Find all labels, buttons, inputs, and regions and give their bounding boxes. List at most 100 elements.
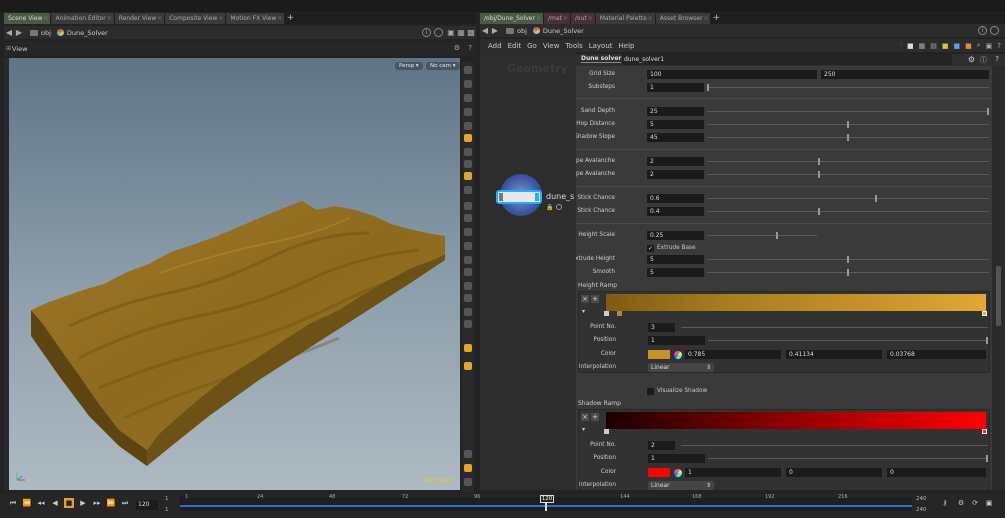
pin-icon[interactable]: i — [422, 28, 431, 37]
down-slope-slider[interactable] — [707, 171, 989, 178]
close-icon[interactable]: × — [277, 13, 282, 24]
no-sand-stick-slider[interactable] — [707, 208, 989, 215]
stop-icon[interactable]: ■ — [64, 498, 74, 508]
help-icon[interactable]: ? — [468, 44, 472, 52]
display-flag-icon[interactable] — [535, 193, 539, 201]
back-arrow-icon[interactable]: ◀ — [480, 26, 490, 35]
sand-stick-slider[interactable] — [707, 195, 989, 202]
ramp-key-marker[interactable] — [982, 429, 987, 434]
scale-icon[interactable] — [464, 268, 472, 276]
height-position-field[interactable]: 1 — [648, 336, 705, 345]
crop-icon[interactable] — [464, 294, 472, 302]
bookmark-icon[interactable]: ▣ — [984, 498, 994, 508]
tab-scene-view[interactable]: Scene View × — [4, 13, 51, 24]
param-scrollbar[interactable] — [992, 66, 1005, 490]
path-node[interactable]: Dune_Solver — [532, 27, 584, 35]
layout-icon[interactable]: ▦ — [456, 28, 466, 37]
hop-distance-slider[interactable] — [707, 121, 989, 128]
position-slider[interactable] — [708, 337, 988, 344]
grid-view-icon[interactable]: ▦ — [919, 42, 926, 50]
paint-icon[interactable] — [464, 242, 472, 250]
jump-start-icon[interactable]: ⏮ — [8, 498, 18, 508]
height-point-no-field[interactable]: 3 — [648, 323, 675, 332]
shadow-color-r-field[interactable]: 1 — [685, 468, 781, 477]
up-slope-slider[interactable] — [707, 158, 989, 165]
render-icon[interactable] — [464, 344, 472, 352]
play-icon[interactable]: ▶ — [78, 498, 88, 508]
slider-knob[interactable] — [847, 269, 849, 276]
end-frame-field[interactable]: 240 — [916, 496, 927, 502]
light-bulb-icon[interactable] — [464, 362, 472, 370]
tree-icon[interactable]: ⫶ — [900, 41, 902, 50]
image-icon[interactable]: ■ — [953, 42, 960, 50]
back-arrow-icon[interactable]: ◀ — [4, 28, 14, 37]
help-icon[interactable]: ? — [995, 55, 999, 63]
split-icon[interactable]: ▣ — [446, 28, 456, 37]
snapshot-icon[interactable] — [464, 478, 472, 486]
jump-end-icon[interactable]: ⏭ — [120, 498, 130, 508]
help-icon[interactable]: ? — [997, 42, 1001, 50]
visualize-shadow-checkbox[interactable] — [647, 388, 654, 395]
slider-knob[interactable] — [986, 337, 988, 344]
info-icon[interactable] — [464, 450, 472, 458]
height-interp-menu[interactable]: Linear ⇕ — [648, 363, 714, 372]
display-options-icon[interactable]: ⚙ — [454, 44, 460, 52]
info-icon[interactable]: ⓘ — [980, 55, 987, 65]
dots-icon[interactable] — [464, 282, 472, 290]
shadow-slope-field[interactable]: 45 — [647, 133, 704, 142]
close-icon[interactable]: × — [703, 13, 708, 24]
path-obj[interactable]: obj — [30, 29, 51, 37]
gear-icon[interactable]: ⚙ — [968, 55, 975, 64]
ramp-key-marker[interactable] — [604, 311, 609, 316]
height-color-swatch[interactable] — [648, 350, 670, 359]
forward-arrow-icon[interactable]: ▶ — [14, 28, 24, 37]
slider-knob[interactable] — [847, 134, 849, 141]
smooth-field[interactable]: 5 — [647, 268, 704, 277]
slider-knob[interactable] — [986, 455, 988, 462]
step-end-icon[interactable]: ⏩ — [106, 498, 116, 508]
collapse-icon[interactable]: ▾ — [582, 308, 585, 315]
extrude-base-checkbox[interactable]: ✓ — [647, 245, 654, 252]
add-tab-icon[interactable]: + — [285, 13, 295, 24]
display-icon[interactable] — [464, 172, 472, 180]
point-no-slider[interactable] — [681, 445, 988, 446]
tab-composite-view[interactable]: Composite View × — [165, 13, 226, 24]
menu-layout[interactable]: Layout — [589, 42, 613, 50]
zoom-icon[interactable]: ▣ — [986, 42, 993, 50]
shadow-slope-slider[interactable] — [707, 134, 989, 141]
info-icon[interactable]: i — [978, 26, 987, 35]
height-color-r-field[interactable]: 0.785 — [685, 350, 781, 359]
play-reverse-icon[interactable]: ◀ — [50, 498, 60, 508]
add-key-icon[interactable]: + — [591, 295, 599, 303]
search-icon[interactable]: ⌕ — [977, 41, 981, 50]
shadow-interp-menu[interactable]: Linear ⇕ — [648, 481, 714, 490]
point-no-slider[interactable] — [681, 327, 988, 328]
color-picker-icon[interactable] — [674, 351, 682, 359]
prev-key-icon[interactable]: ◂◂ — [36, 498, 46, 508]
link-icon[interactable] — [434, 28, 443, 37]
sand-depth-slider[interactable] — [707, 108, 989, 115]
dune-solver-node[interactable] — [496, 190, 542, 204]
palette-icon[interactable]: ■ — [965, 42, 972, 50]
color-picker-icon[interactable] — [674, 469, 682, 477]
sync-icon[interactable]: ⟳ — [970, 498, 980, 508]
timeline-track[interactable]: 120 1 24 48 72 96 144 168 192 216 — [180, 494, 912, 511]
settings-icon[interactable]: ⚙ — [956, 498, 966, 508]
shadow-ramp-gradient[interactable] — [606, 412, 986, 429]
menu-go[interactable]: Go — [527, 42, 537, 50]
add-key-icon[interactable]: + — [591, 413, 599, 421]
slider-knob[interactable] — [818, 171, 820, 178]
position-slider[interactable] — [708, 455, 988, 462]
extrude-height-field[interactable]: 5 — [647, 255, 704, 264]
menu-add[interactable]: Add — [488, 42, 502, 50]
current-frame-field[interactable]: 120 — [136, 500, 158, 510]
start-frame-2-field[interactable]: 1 — [165, 507, 169, 513]
final-height-slider[interactable] — [707, 232, 817, 239]
tab-mat[interactable]: /mat × — [543, 13, 570, 24]
slider-knob[interactable] — [847, 256, 849, 263]
slider-knob[interactable] — [987, 108, 989, 115]
ramp-key-marker[interactable] — [982, 311, 987, 316]
note-icon[interactable]: ■ — [942, 42, 949, 50]
maximize-icon[interactable]: ▩ — [466, 28, 476, 37]
snap-icon[interactable] — [464, 94, 472, 102]
